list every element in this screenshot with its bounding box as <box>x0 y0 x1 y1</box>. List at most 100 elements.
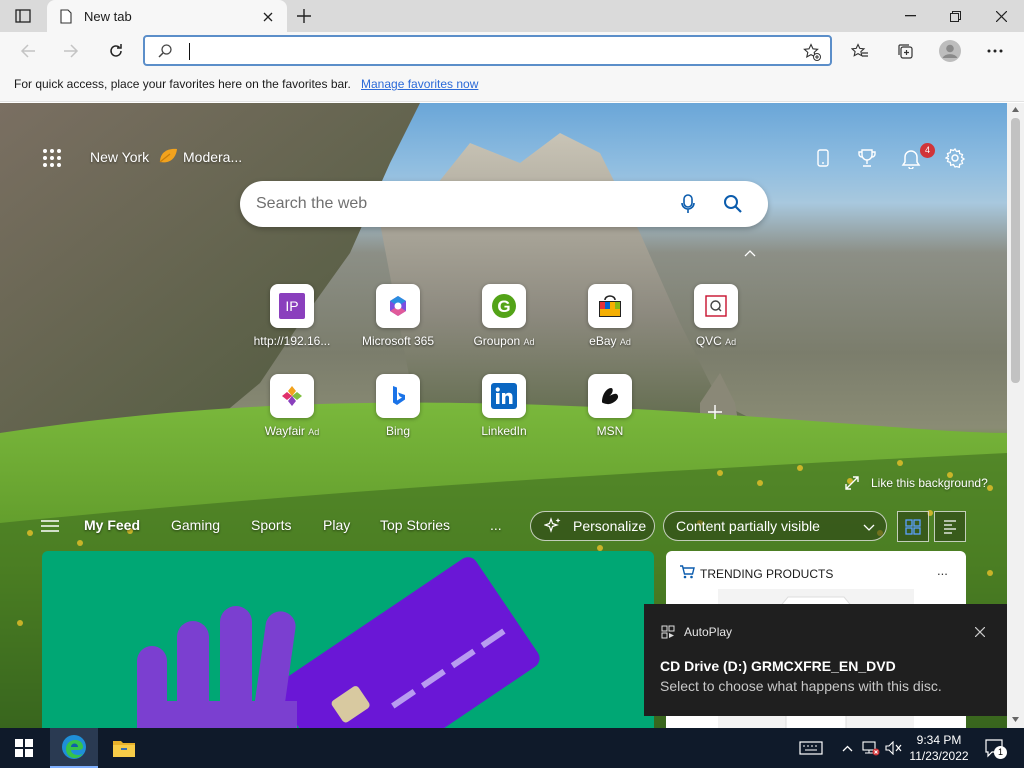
forward-button[interactable] <box>60 41 82 61</box>
rewards-icon[interactable] <box>856 147 878 169</box>
weather-condition[interactable]: Modera... <box>183 149 242 165</box>
quick-link-tile[interactable]: Microsoft 365 <box>346 284 450 360</box>
tab-actions-icon[interactable] <box>12 6 34 26</box>
grid-view-button[interactable] <box>897 511 929 542</box>
quick-link-tile[interactable]: eBay Ad <box>558 284 662 360</box>
taskbar-edge-button[interactable] <box>50 728 98 768</box>
feed-tab-top-stories[interactable]: Top Stories <box>380 517 450 533</box>
tab-new-tab[interactable]: New tab <box>47 0 287 32</box>
address-bar[interactable] <box>143 35 832 66</box>
page-icon <box>59 8 73 24</box>
content-visibility-dropdown[interactable]: Content partially visible <box>663 511 887 541</box>
taskbar-keyboard-icon[interactable] <box>796 728 826 768</box>
ip-site-icon: IP <box>270 284 314 328</box>
windows-logo-icon <box>15 739 33 757</box>
ad-label: Ad <box>725 337 737 347</box>
taskbar-clock[interactable]: 9:34 PM 11/23/2022 <box>906 732 972 764</box>
quick-link-tile[interactable]: MSN <box>558 374 662 450</box>
quick-link-label: Bing <box>385 424 411 438</box>
autoplay-notification[interactable]: AutoPlay CD Drive (D:) GRMCXFRE_EN_DVD S… <box>644 604 1007 716</box>
hamburger-menu-icon[interactable] <box>40 518 60 534</box>
notifications-badge: 4 <box>920 143 935 158</box>
network-status-icon[interactable] <box>860 728 882 768</box>
like-background-link[interactable]: Like this background? <box>871 476 988 490</box>
quick-link-label: MSN <box>596 424 624 438</box>
ad-label: Ad <box>619 337 631 347</box>
collapse-chevron-icon[interactable] <box>742 247 758 259</box>
search-placeholder: Search the web <box>256 195 368 212</box>
clock-date: 11/23/2022 <box>909 749 969 763</box>
edge-icon <box>62 735 86 759</box>
ebay-icon <box>588 284 632 328</box>
quick-link-label: LinkedIn <box>481 424 527 438</box>
tab-strip: New tab <box>0 0 1024 32</box>
feed-tab-gaming[interactable]: Gaming <box>171 517 220 533</box>
action-center-button[interactable]: 1 <box>980 728 1010 768</box>
search-submit-icon[interactable] <box>722 193 744 215</box>
quick-link-tile[interactable]: QVC Ad <box>664 284 768 360</box>
favorites-bar: For quick access, place your favorites h… <box>0 70 1024 102</box>
personalize-label: Personalize <box>573 518 647 534</box>
minimize-button[interactable] <box>900 6 920 26</box>
trending-title: TRENDING PRODUCTS <box>700 567 834 581</box>
show-hidden-icons-chevron-icon[interactable] <box>838 728 856 768</box>
favorites-button[interactable] <box>849 41 871 61</box>
linkedin-icon <box>482 374 526 418</box>
feed-tab-my-feed[interactable]: My Feed <box>84 517 140 533</box>
list-view-button[interactable] <box>934 511 966 542</box>
shopping-cart-icon <box>678 564 696 580</box>
ad-label: Ad <box>523 337 535 347</box>
profile-avatar[interactable] <box>938 39 962 63</box>
feed-tab-sports[interactable]: Sports <box>251 517 291 533</box>
quick-link-label: Wayfair <box>264 424 305 438</box>
chevron-down-icon <box>862 521 876 533</box>
quick-link-tile[interactable]: Bing <box>346 374 450 450</box>
restore-button[interactable] <box>945 6 965 26</box>
quick-link-tile[interactable]: IP http://192.16... <box>240 284 344 360</box>
back-button[interactable] <box>17 41 39 61</box>
feed-navigation: My Feed Gaming Sports Play Top Stories .… <box>0 508 1007 544</box>
quick-link-tile[interactable]: LinkedIn <box>452 374 556 450</box>
content-visibility-value: Content partially visible <box>676 518 820 534</box>
volume-muted-icon[interactable] <box>884 728 904 768</box>
trending-more-button[interactable]: ... <box>937 563 948 578</box>
mobile-icon[interactable] <box>812 147 834 169</box>
refresh-button[interactable] <box>105 41 127 61</box>
quick-link-label: http://192.16... <box>253 334 331 348</box>
personalize-button[interactable]: Personalize <box>530 511 655 541</box>
page-settings-gear-icon[interactable] <box>944 147 966 169</box>
start-button[interactable] <box>0 728 48 768</box>
quick-link-tile[interactable]: G Groupon Ad <box>452 284 556 360</box>
bing-icon <box>376 374 420 418</box>
feed-article-card[interactable] <box>42 551 654 728</box>
svg-text:G: G <box>497 297 510 316</box>
feed-more-button[interactable]: ... <box>490 517 502 533</box>
taskbar-file-explorer-button[interactable] <box>100 728 148 768</box>
action-center-badge: 1 <box>994 746 1007 759</box>
close-notification-icon[interactable] <box>972 624 988 640</box>
close-window-button[interactable] <box>991 6 1011 26</box>
scroll-up-arrow-icon[interactable] <box>1011 105 1020 114</box>
settings-more-button[interactable] <box>984 41 1006 61</box>
ad-label: Ad <box>308 427 320 437</box>
new-tab-button[interactable] <box>293 6 315 26</box>
scroll-down-arrow-icon[interactable] <box>1011 715 1020 724</box>
microphone-icon[interactable] <box>678 193 698 215</box>
quick-link-tile[interactable]: Wayfair Ad <box>240 374 344 450</box>
weather-location[interactable]: New York <box>90 149 149 165</box>
collections-button[interactable] <box>894 41 916 61</box>
add-favorite-icon[interactable] <box>802 42 822 62</box>
search-icon <box>157 43 173 59</box>
web-search-box[interactable]: Search the web <box>240 181 768 227</box>
apps-launcher-icon[interactable] <box>40 147 64 169</box>
close-tab-icon[interactable] <box>260 9 276 25</box>
page-scrollbar[interactable] <box>1007 103 1024 728</box>
manage-favorites-link[interactable]: Manage favorites now <box>361 77 478 91</box>
msn-icon <box>588 374 632 418</box>
windows-taskbar: 9:34 PM 11/23/2022 1 <box>0 728 1024 768</box>
feed-tab-play[interactable]: Play <box>323 517 350 533</box>
weather-icon <box>156 145 180 167</box>
scrollbar-thumb[interactable] <box>1011 118 1020 383</box>
add-shortcut-icon[interactable] <box>706 403 724 421</box>
quick-link-label: Groupon <box>473 334 521 348</box>
